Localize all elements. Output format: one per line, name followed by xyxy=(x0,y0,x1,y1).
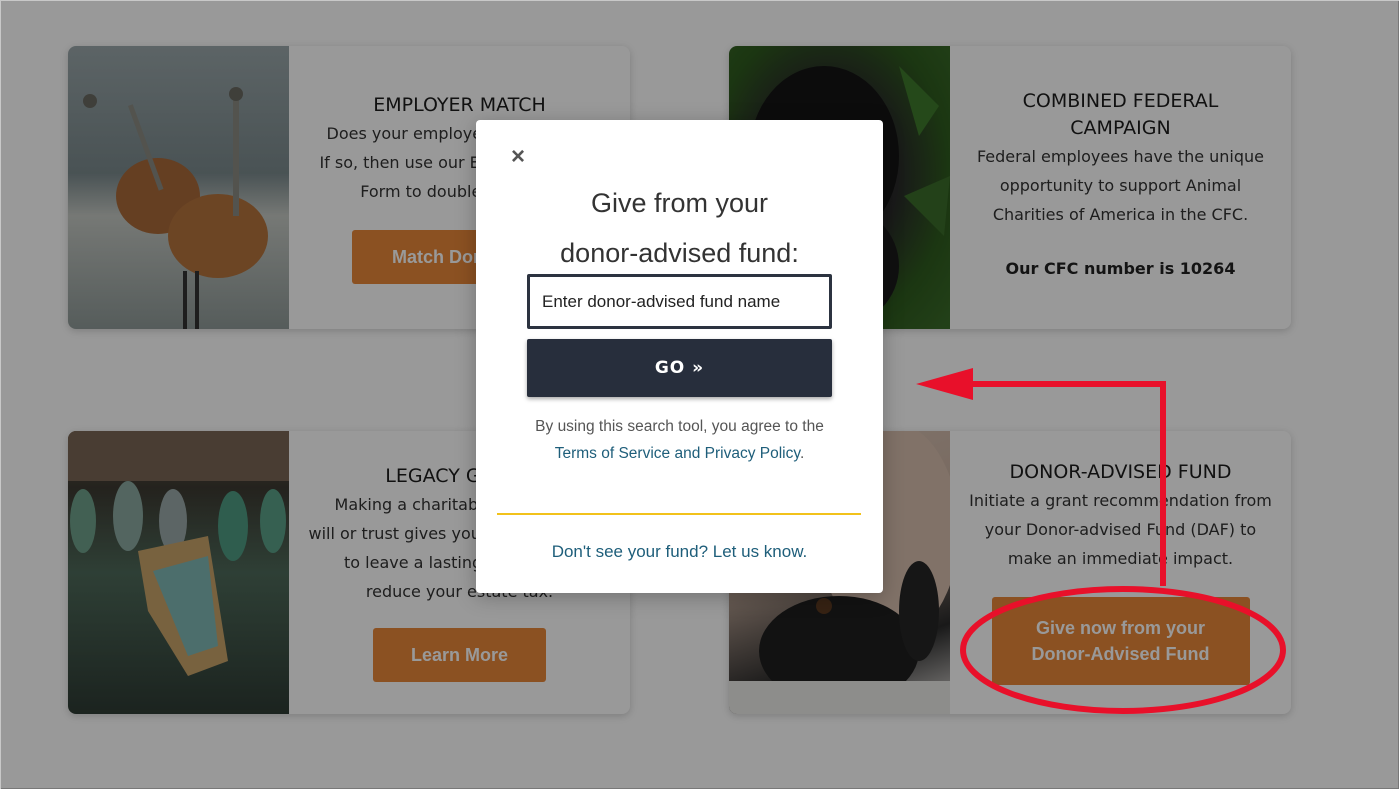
terms-line: Terms of Service and Privacy Policy. xyxy=(476,440,883,467)
modal-title-line1: Give from your xyxy=(590,188,769,218)
modal-title-line2: donor-advised fund: xyxy=(560,238,799,268)
modal-divider xyxy=(497,513,861,515)
daf-search-modal: × Give from your donor-advised fund: GO … xyxy=(476,120,883,593)
go-button[interactable]: GO » xyxy=(527,339,832,397)
fund-not-found-link[interactable]: Don't see your fund? Let us know. xyxy=(476,542,883,562)
close-icon[interactable]: × xyxy=(507,145,529,169)
terms-notice: By using this search tool, you agree to … xyxy=(476,413,883,467)
agree-text: By using this search tool, you agree to … xyxy=(535,418,824,435)
fund-name-input[interactable] xyxy=(527,274,832,329)
modal-title: Give from your donor-advised fund: xyxy=(476,178,883,278)
terms-privacy-link[interactable]: Terms of Service and Privacy Policy xyxy=(555,445,800,462)
terms-period: . xyxy=(799,445,805,462)
page: EMPLOYER MATCH Does your employer match … xyxy=(0,0,1399,789)
